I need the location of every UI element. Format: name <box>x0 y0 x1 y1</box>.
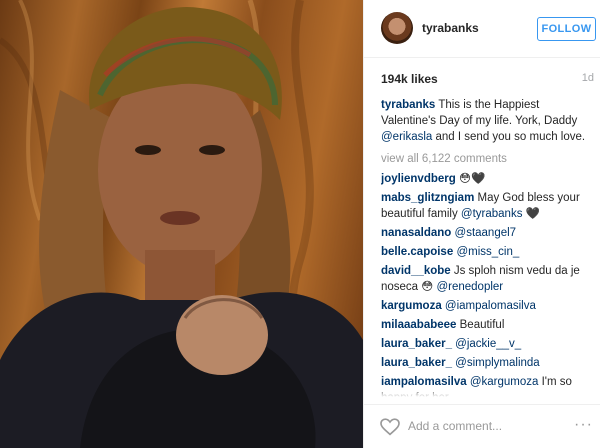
post-timestamp: 1d <box>581 72 594 84</box>
comment: nanasaldano @staangel7 <box>381 225 593 241</box>
view-all-comments-link[interactable]: view all 6,122 comments <box>381 151 593 167</box>
likes-count[interactable]: 194k likes <box>381 72 438 86</box>
comment-username[interactable]: nanasaldano <box>381 227 451 239</box>
comment-username[interactable]: milaaababeee <box>381 319 456 331</box>
likes-row: 194k likes 1d <box>381 72 596 88</box>
comment-username[interactable]: mabs_glitzngiam <box>381 192 474 204</box>
comment-username[interactable]: kargumoza <box>381 300 442 312</box>
comment-mention[interactable]: @simplymalinda <box>455 357 540 369</box>
comment-mention[interactable]: @miss_cin_ <box>456 246 519 258</box>
comment-mention[interactable]: @tyrabanks <box>461 208 523 220</box>
heart-icon[interactable] <box>380 418 400 436</box>
caption-username[interactable]: tyrabanks <box>381 99 435 111</box>
comment-mention[interactable]: @staangel7 <box>455 227 517 239</box>
post-author-username[interactable]: tyrabanks <box>422 21 479 35</box>
comment-text: 😳🖤 <box>455 173 486 185</box>
comment-text-tail: 🖤 <box>522 208 540 220</box>
post-photo[interactable] <box>0 0 363 448</box>
comment-username[interactable]: laura_baker_ <box>381 357 452 369</box>
avatar[interactable] <box>381 12 413 44</box>
comment-username[interactable]: laura_baker_ <box>381 338 452 350</box>
caption-mention[interactable]: @erikasla <box>381 131 432 143</box>
comment: joylienvdberg 😳🖤 <box>381 171 593 187</box>
follow-button[interactable]: FOLLOW <box>537 17 596 41</box>
caption-text-2: and I send you so much love. <box>432 131 586 143</box>
comments-list: tyrabanks This is the Happiest Valentine… <box>381 97 593 397</box>
comment-username[interactable]: david__kobe <box>381 265 451 277</box>
comment: laura_baker_ @jackie__v_ <box>381 336 593 352</box>
comment: milaaababeee Beautiful <box>381 317 593 333</box>
comment: belle.capoise @miss_cin_ <box>381 244 593 260</box>
comment: laura_baker_ @simplymalinda <box>381 355 593 371</box>
comment-bar: Add a comment... ··· <box>364 404 600 448</box>
comment-mention[interactable]: @iampalomasilva <box>445 300 536 312</box>
comment: mabs_glitzngiam May God bless your beaut… <box>381 190 593 222</box>
comment: kargumoza @iampalomasilva <box>381 298 593 314</box>
comment-username[interactable]: joylienvdberg <box>381 173 456 185</box>
photo-illustration <box>0 0 363 448</box>
comment-username[interactable]: belle.capoise <box>381 246 453 258</box>
comment-mention[interactable]: @jackie__v_ <box>455 338 521 350</box>
comments-fade <box>381 387 593 397</box>
post-header: tyrabanks FOLLOW <box>364 0 600 58</box>
comment-mention[interactable]: @renedopler <box>436 281 503 293</box>
caption: tyrabanks This is the Happiest Valentine… <box>381 97 593 145</box>
add-comment-input[interactable]: Add a comment... <box>408 419 558 435</box>
more-options-icon[interactable]: ··· <box>574 416 593 434</box>
comment: david__kobe Js sploh nism vedu da je nos… <box>381 263 593 295</box>
post-side-panel: tyrabanks FOLLOW 194k likes 1d tyrabanks… <box>363 0 600 448</box>
comment-text: Beautiful <box>456 319 505 331</box>
